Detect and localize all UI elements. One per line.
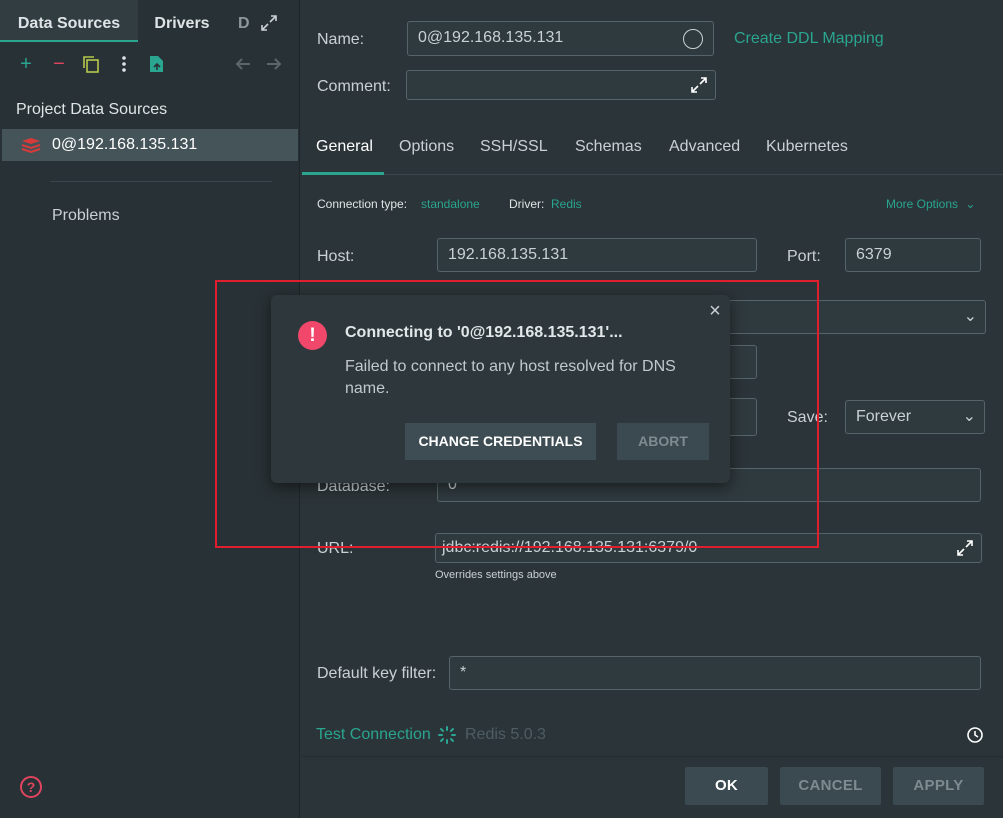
history-icon[interactable] bbox=[965, 725, 985, 745]
more-icon[interactable] bbox=[114, 54, 134, 74]
problems-item[interactable]: Problems bbox=[52, 207, 120, 225]
copy-icon[interactable] bbox=[81, 54, 101, 74]
save-dropdown[interactable]: Forever ⌄ bbox=[845, 400, 985, 434]
tab-ssh-ssl[interactable]: SSH/SSL bbox=[480, 138, 548, 156]
port-field[interactable]: 6379 bbox=[845, 238, 981, 272]
help-icon[interactable]: ? bbox=[20, 776, 42, 798]
tabs-divider bbox=[302, 174, 1003, 175]
connection-type-value[interactable]: standalone bbox=[421, 197, 480, 211]
connection-type-label: Connection type: bbox=[317, 197, 408, 211]
driver-value[interactable]: Redis bbox=[551, 197, 582, 211]
remove-icon[interactable]: − bbox=[49, 54, 69, 74]
expand-icon[interactable] bbox=[957, 540, 973, 556]
color-picker-icon[interactable] bbox=[683, 29, 703, 49]
apply-button[interactable]: APPLY bbox=[893, 767, 984, 805]
comment-field[interactable] bbox=[406, 70, 716, 100]
forward-icon[interactable] bbox=[265, 56, 283, 72]
tab-advanced[interactable]: Advanced bbox=[669, 138, 740, 156]
section-title: Project Data Sources bbox=[16, 101, 168, 118]
redis-icon bbox=[21, 138, 41, 154]
tab-general[interactable]: General bbox=[316, 138, 373, 156]
chevron-down-icon: ⌄ bbox=[965, 197, 976, 211]
tab-options[interactable]: Options bbox=[399, 138, 454, 156]
active-tab-indicator bbox=[302, 172, 384, 175]
divider bbox=[50, 181, 272, 182]
redis-version: Redis 5.0.3 bbox=[465, 726, 546, 743]
driver-label: Driver: bbox=[509, 197, 545, 211]
host-field[interactable]: 192.168.135.131 bbox=[437, 238, 757, 272]
url-hint: Overrides settings above bbox=[435, 569, 557, 581]
expand-icon[interactable] bbox=[691, 77, 707, 93]
name-field[interactable]: 0@192.168.135.131 bbox=[407, 21, 714, 56]
divider bbox=[302, 756, 1003, 757]
comment-label: Comment: bbox=[317, 78, 391, 95]
expand-icon[interactable] bbox=[260, 14, 278, 32]
more-options-link[interactable]: More Options ⌄ bbox=[886, 197, 975, 211]
key-filter-field[interactable]: * bbox=[449, 656, 981, 690]
tab-truncated[interactable]: D bbox=[238, 0, 256, 42]
more-options-label: More Options bbox=[886, 197, 959, 211]
ok-button[interactable]: OK bbox=[685, 767, 768, 805]
spinner-icon bbox=[438, 726, 456, 744]
back-icon[interactable] bbox=[234, 56, 252, 72]
cancel-button[interactable]: CANCEL bbox=[780, 767, 881, 805]
add-icon[interactable]: + bbox=[16, 54, 36, 74]
datasource-item[interactable]: 0@192.168.135.131 bbox=[2, 129, 298, 161]
name-value: 0@192.168.135.131 bbox=[418, 29, 564, 46]
chevron-down-icon: ⌄ bbox=[962, 408, 976, 425]
export-icon[interactable] bbox=[146, 54, 166, 74]
port-label: Port: bbox=[787, 248, 821, 265]
chevron-down-icon: ⌄ bbox=[963, 308, 977, 325]
tab-kubernetes[interactable]: Kubernetes bbox=[766, 138, 848, 156]
test-connection-button[interactable]: Test Connection bbox=[316, 726, 431, 744]
tab-drivers[interactable]: Drivers bbox=[138, 0, 226, 42]
datasource-item-label: 0@192.168.135.131 bbox=[52, 136, 198, 153]
highlight-box bbox=[215, 280, 819, 548]
host-label: Host: bbox=[317, 248, 355, 265]
create-ddl-link[interactable]: Create DDL Mapping bbox=[734, 30, 884, 48]
tab-schemas[interactable]: Schemas bbox=[575, 138, 642, 156]
key-filter-label: Default key filter: bbox=[317, 665, 437, 682]
save-value: Forever bbox=[856, 408, 912, 425]
tab-data-sources[interactable]: Data Sources bbox=[0, 0, 138, 42]
name-label: Name: bbox=[317, 31, 365, 48]
